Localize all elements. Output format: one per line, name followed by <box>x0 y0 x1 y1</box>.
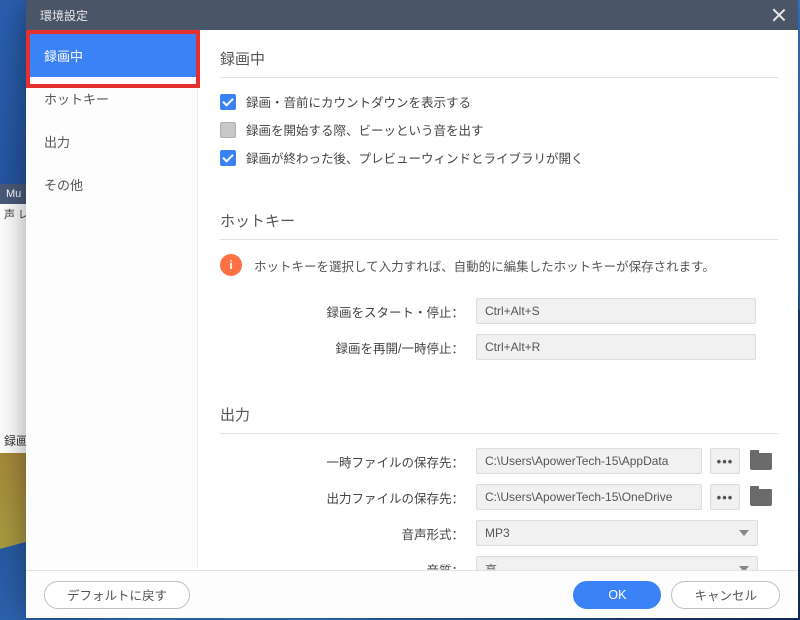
audio-quality-row: 音質： 高 <box>220 556 778 570</box>
audio-quality-select[interactable]: 高 <box>476 556 758 570</box>
checkbox-icon[interactable] <box>220 150 236 166</box>
hotkey-info: i ホットキーを選択して入力すれば、自動的に編集したホットキーが保存されます。 <box>220 254 778 276</box>
output-path-row: 出力ファイルの保存先： C:\Users\ApowerTech-15\OneDr… <box>220 484 778 510</box>
sidebar-item-label: 録画中 <box>44 49 83 64</box>
temp-path-field[interactable]: C:\Users\ApowerTech-15\AppData <box>476 448 702 474</box>
cancel-button[interactable]: キャンセル <box>671 581 780 609</box>
reset-defaults-button[interactable]: デフォルトに戻す <box>44 581 190 609</box>
hotkey-start-field[interactable]: Ctrl+Alt+S <box>476 298 756 324</box>
option-label: 録画を開始する際、ビーッという音を出す <box>246 120 484 139</box>
output-path-label: 出力ファイルの保存先： <box>220 488 468 507</box>
chevron-down-icon <box>739 530 749 536</box>
folder-icon[interactable] <box>750 453 772 470</box>
sidebar-item-hotkey[interactable]: ホットキー <box>26 77 197 120</box>
hotkey-info-text: ホットキーを選択して入力すれば、自動的に編集したホットキーが保存されます。 <box>254 256 715 275</box>
option-preview[interactable]: 録画が終わった後、プレビューウィンドとライブラリが開く <box>220 148 778 167</box>
titlebar: 環境設定 <box>26 0 798 30</box>
temp-path-row: 一時ファイルの保存先： C:\Users\ApowerTech-15\AppDa… <box>220 448 778 474</box>
sidebar-item-label: ホットキー <box>44 92 109 107</box>
info-icon: i <box>220 254 242 276</box>
folder-icon[interactable] <box>750 489 772 506</box>
audio-quality-label: 音質： <box>220 560 468 571</box>
checkbox-icon[interactable] <box>220 94 236 110</box>
hotkey-pause-field[interactable]: Ctrl+Alt+R <box>476 334 756 360</box>
sidebar-item-output[interactable]: 出力 <box>26 120 197 163</box>
hotkey-pause-row: 録画を再開/一時停止： Ctrl+Alt+R <box>220 334 778 360</box>
sidebar-item-recording[interactable]: 録画中 <box>26 34 197 77</box>
ok-button[interactable]: OK <box>573 581 661 609</box>
hotkey-pause-label: 録画を再開/一時停止： <box>220 338 468 357</box>
section-title-hotkey: ホットキー <box>220 210 778 240</box>
sidebar-item-label: その他 <box>44 178 83 193</box>
close-icon[interactable] <box>770 6 788 24</box>
temp-path-label: 一時ファイルの保存先： <box>220 452 468 471</box>
checkbox-icon[interactable] <box>220 122 236 138</box>
audio-format-label: 音声形式： <box>220 524 468 543</box>
option-beep[interactable]: 録画を開始する際、ビーッという音を出す <box>220 120 778 139</box>
dialog-body: 録画中 ホットキー 出力 その他 録画中 録画・音前にカウントダウンを表示する … <box>26 30 798 570</box>
option-label: 録画が終わった後、プレビューウィンドとライブラリが開く <box>246 148 584 167</box>
sidebar-item-other[interactable]: その他 <box>26 163 197 206</box>
section-title-recording: 録画中 <box>220 48 778 78</box>
browse-output-button[interactable]: ••• <box>710 484 740 510</box>
output-path-field[interactable]: C:\Users\ApowerTech-15\OneDrive <box>476 484 702 510</box>
audio-format-row: 音声形式： MP3 <box>220 520 778 546</box>
section-title-output: 出力 <box>220 404 778 434</box>
audio-format-value: MP3 <box>485 526 510 540</box>
hotkey-start-stop-row: 録画をスタート・停止： Ctrl+Alt+S <box>220 298 778 324</box>
window-title: 環境設定 <box>40 7 88 24</box>
sidebar: 録画中 ホットキー 出力 その他 <box>26 30 198 570</box>
audio-format-select[interactable]: MP3 <box>476 520 758 546</box>
preferences-dialog: 環境設定 録画中 ホットキー 出力 その他 録画中 録画・音前にカウントダウンを… <box>26 0 798 618</box>
browse-temp-button[interactable]: ••• <box>710 448 740 474</box>
audio-quality-value: 高 <box>485 561 497 571</box>
hotkey-start-label: 録画をスタート・停止： <box>220 302 468 321</box>
content-pane: 録画中 録画・音前にカウントダウンを表示する 録画を開始する際、ビーッという音を… <box>198 30 798 570</box>
sidebar-item-label: 出力 <box>44 135 70 150</box>
option-countdown[interactable]: 録画・音前にカウントダウンを表示する <box>220 92 778 111</box>
option-label: 録画・音前にカウントダウンを表示する <box>246 92 471 111</box>
dialog-footer: デフォルトに戻す OK キャンセル <box>26 570 798 618</box>
